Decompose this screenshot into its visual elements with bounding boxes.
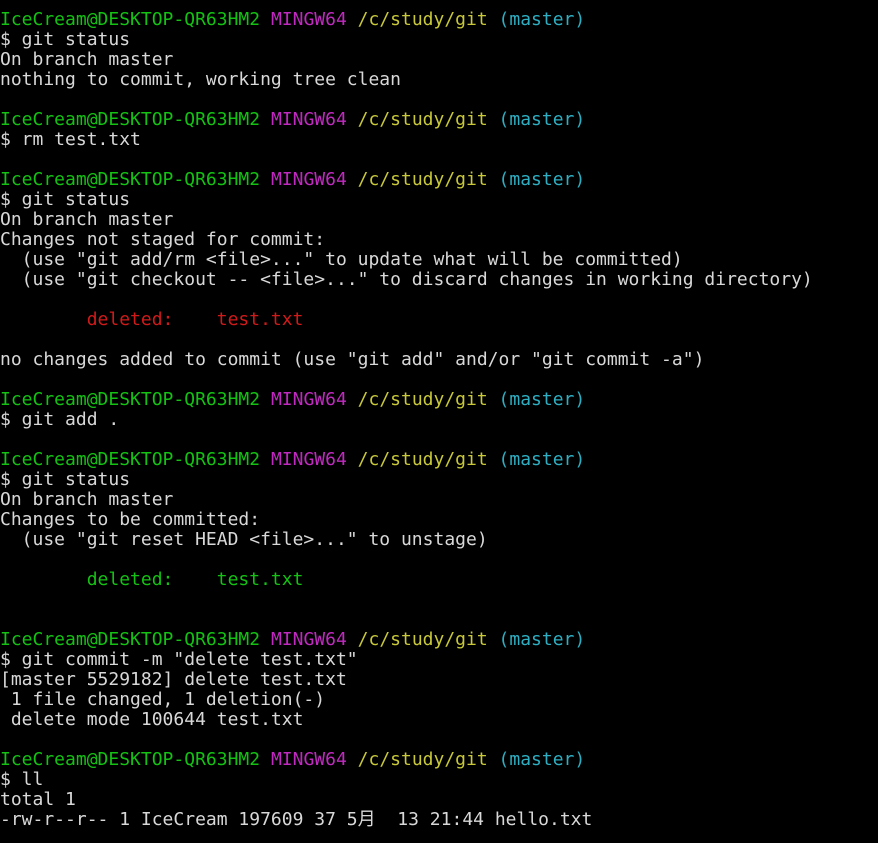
prompt-line: IceCream@DESKTOP-QR63HM2 MINGW64 /c/stud… xyxy=(0,10,878,30)
output-line: On branch master xyxy=(0,490,174,510)
prompt-branch: (master) xyxy=(498,630,586,650)
prompt-user: IceCream@DESKTOP-QR63HM2 xyxy=(0,10,261,30)
output-line: $ git status xyxy=(0,30,131,50)
prompt-user: IceCream@DESKTOP-QR63HM2 xyxy=(0,110,261,130)
prompt-line: IceCream@DESKTOP-QR63HM2 MINGW64 /c/stud… xyxy=(0,450,878,470)
prompt-system: MINGW64 xyxy=(270,630,347,650)
output-line: (use "git reset HEAD <file>..." to unsta… xyxy=(0,530,488,550)
prompt-path: /c/study/git xyxy=(357,170,488,190)
output-line: $ git add . xyxy=(0,410,120,430)
prompt-user: IceCream@DESKTOP-QR63HM2 xyxy=(0,630,261,650)
terminal-window[interactable]: IceCream@DESKTOP-QR63HM2 MINGW64 /c/stud… xyxy=(0,0,878,843)
prompt-system: MINGW64 xyxy=(270,10,347,30)
output-line: nothing to commit, working tree clean xyxy=(0,70,401,90)
output-line: deleted: test.txt xyxy=(0,310,304,330)
prompt-line: IceCream@DESKTOP-QR63HM2 MINGW64 /c/stud… xyxy=(0,750,878,770)
prompt-path: /c/study/git xyxy=(357,110,488,130)
prompt-path: /c/study/git xyxy=(357,10,488,30)
output-line: (use "git add/rm <file>..." to update wh… xyxy=(0,250,683,270)
output-line: On branch master xyxy=(0,210,174,230)
output-line: deleted: test.txt xyxy=(0,570,304,590)
prompt-line: IceCream@DESKTOP-QR63HM2 MINGW64 /c/stud… xyxy=(0,170,878,190)
output-line: Changes to be committed: xyxy=(0,510,261,530)
prompt-user: IceCream@DESKTOP-QR63HM2 xyxy=(0,750,261,770)
prompt-line: IceCream@DESKTOP-QR63HM2 MINGW64 /c/stud… xyxy=(0,390,878,410)
prompt-path: /c/study/git xyxy=(357,630,488,650)
prompt-system: MINGW64 xyxy=(270,170,347,190)
prompt-system: MINGW64 xyxy=(270,110,347,130)
output-line: On branch master xyxy=(0,50,174,70)
prompt-user: IceCream@DESKTOP-QR63HM2 xyxy=(0,170,261,190)
prompt-user: IceCream@DESKTOP-QR63HM2 xyxy=(0,390,261,410)
prompt-system: MINGW64 xyxy=(270,450,347,470)
output-line: $ git status xyxy=(0,470,131,490)
prompt-system: MINGW64 xyxy=(270,750,347,770)
output-line: [master 5529182] delete test.txt xyxy=(0,670,347,690)
output-line: Changes not staged for commit: xyxy=(0,230,326,250)
prompt-branch: (master) xyxy=(498,390,586,410)
output-line: $ git status xyxy=(0,190,131,210)
output-line: (use "git checkout -- <file>..." to disc… xyxy=(0,270,813,290)
prompt-line: IceCream@DESKTOP-QR63HM2 MINGW64 /c/stud… xyxy=(0,110,878,130)
output-line: $ git commit -m "delete test.txt" xyxy=(0,650,358,670)
output-line: -rw-r--r-- 1 IceCream 197609 37 5月 13 21… xyxy=(0,810,593,830)
prompt-path: /c/study/git xyxy=(357,450,488,470)
prompt-user: IceCream@DESKTOP-QR63HM2 xyxy=(0,450,261,470)
output-line: $ ll xyxy=(0,770,44,790)
output-line: delete mode 100644 test.txt xyxy=(0,710,304,730)
prompt-branch: (master) xyxy=(498,170,586,190)
prompt-branch: (master) xyxy=(498,450,586,470)
prompt-system: MINGW64 xyxy=(270,390,347,410)
prompt-branch: (master) xyxy=(498,10,586,30)
output-line: 1 file changed, 1 deletion(-) xyxy=(0,690,326,710)
output-line: total 1 xyxy=(0,790,76,810)
prompt-branch: (master) xyxy=(498,110,586,130)
output-line: $ rm test.txt xyxy=(0,130,141,150)
prompt-line: IceCream@DESKTOP-QR63HM2 MINGW64 /c/stud… xyxy=(0,630,878,650)
output-line: no changes added to commit (use "git add… xyxy=(0,350,705,370)
prompt-branch: (master) xyxy=(498,750,586,770)
prompt-path: /c/study/git xyxy=(357,750,488,770)
prompt-path: /c/study/git xyxy=(357,390,488,410)
